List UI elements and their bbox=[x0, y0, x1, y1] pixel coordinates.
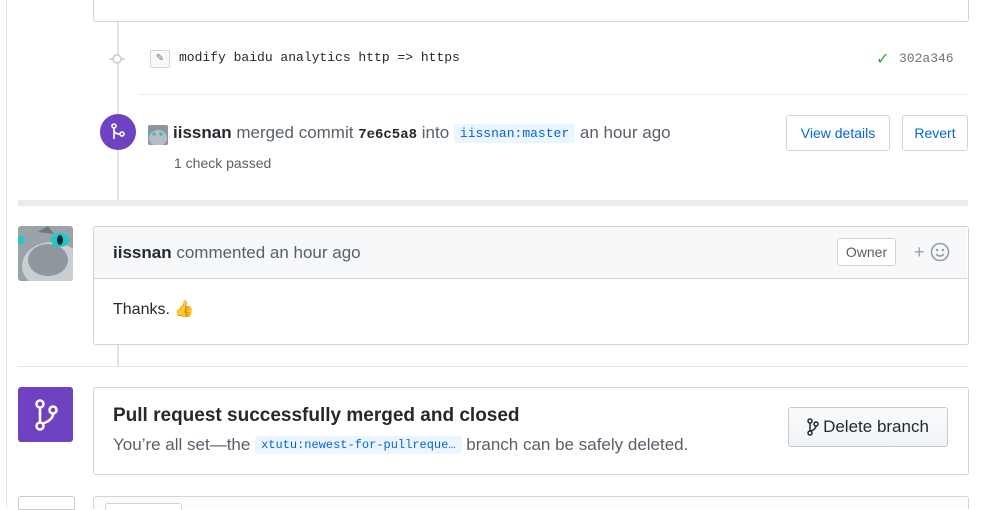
commit-node-icon bbox=[109, 54, 125, 64]
commit-sha-link[interactable]: 302a346 bbox=[899, 51, 954, 66]
comment-author-link[interactable]: iissnan bbox=[113, 243, 172, 262]
comment-time-link[interactable]: commented an hour ago bbox=[176, 243, 360, 262]
merged-commit-label: merged commit bbox=[236, 123, 354, 142]
next-comment-box bbox=[93, 496, 969, 509]
delete-branch-button[interactable]: Delete branch bbox=[788, 407, 948, 447]
avatar[interactable] bbox=[18, 226, 73, 281]
merge-commit-sha-link[interactable]: 7e6c5a8 bbox=[358, 127, 417, 143]
into-label: into bbox=[421, 123, 450, 142]
timeline-line bbox=[117, 344, 119, 366]
revert-button[interactable]: Revert bbox=[902, 115, 968, 151]
check-icon[interactable]: ✓ bbox=[876, 49, 889, 69]
view-details-button[interactable]: View details bbox=[786, 115, 890, 151]
owner-badge: Owner bbox=[837, 238, 896, 266]
merge-time[interactable]: an hour ago bbox=[580, 123, 671, 142]
branch-icon bbox=[807, 418, 819, 436]
page-left-border bbox=[6, 0, 7, 507]
timeline-line bbox=[117, 22, 119, 200]
smiley-icon bbox=[930, 242, 949, 262]
checks-status-text[interactable]: 1 check passed bbox=[174, 155, 271, 171]
divider bbox=[138, 94, 967, 95]
avatar[interactable] bbox=[148, 125, 168, 145]
timeline-divider bbox=[18, 200, 968, 206]
merge-status-description: You’re all set—the xtutu:newest-for-pull… bbox=[113, 435, 688, 455]
comment-meta: iissnan commented an hour ago bbox=[113, 243, 361, 263]
delete-branch-label: Delete branch bbox=[823, 417, 929, 436]
committer-avatar[interactable]: ✎ bbox=[150, 50, 170, 68]
divider bbox=[18, 366, 968, 367]
previous-comment-box bbox=[93, 0, 969, 22]
add-reaction-button[interactable]: + bbox=[914, 242, 950, 262]
plus-icon: + bbox=[914, 242, 925, 262]
commit-message-link[interactable]: modify baidu analytics http => https bbox=[179, 50, 460, 65]
merge-event-text: iissnan merged commit 7e6c5a8 into iissn… bbox=[173, 123, 671, 143]
avatar[interactable] bbox=[18, 496, 75, 510]
merge-author-link[interactable]: iissnan bbox=[173, 123, 232, 142]
source-branch-chip[interactable]: xtutu:newest-for-pullreque… bbox=[255, 436, 462, 454]
comment-body: Thanks. 👍 bbox=[113, 301, 195, 318]
merge-desc-prefix: You’re all set—the bbox=[113, 435, 251, 454]
merge-icon bbox=[100, 114, 136, 150]
target-branch-chip[interactable]: iissnan:master bbox=[453, 124, 576, 143]
merge-desc-suffix: branch can be safely deleted. bbox=[466, 435, 689, 454]
git-merge-icon bbox=[18, 387, 73, 442]
merge-status-title: Pull request successfully merged and clo… bbox=[113, 405, 520, 426]
